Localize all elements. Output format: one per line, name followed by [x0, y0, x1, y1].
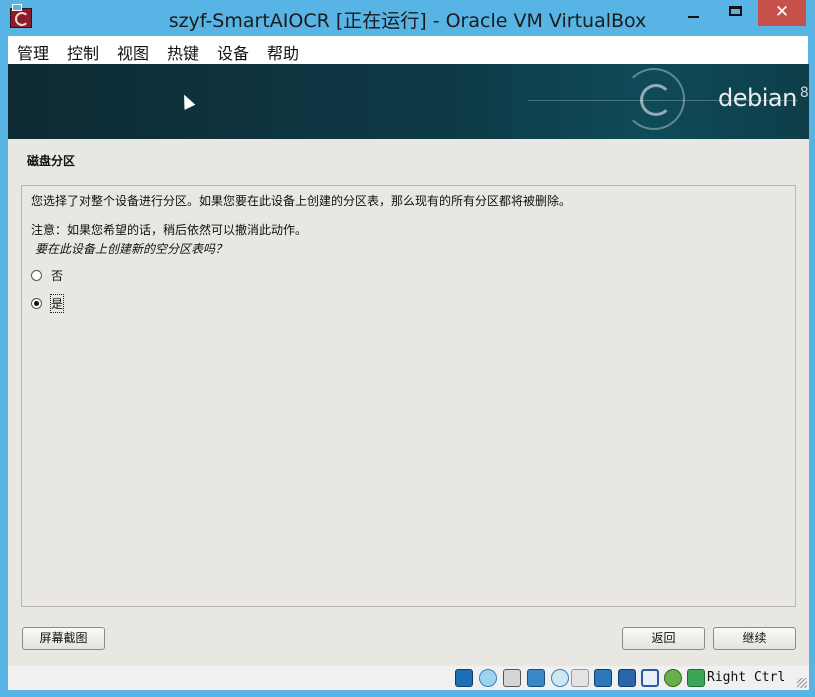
debian-installer-banner: debian 8 [8, 64, 809, 139]
radio-yes[interactable] [31, 298, 42, 309]
keyboard-capture-icon[interactable] [687, 669, 705, 687]
continue-button[interactable]: 继续 [713, 627, 796, 650]
minimize-icon [688, 16, 699, 18]
minimize-button[interactable] [676, 0, 710, 26]
back-button[interactable]: 返回 [622, 627, 705, 650]
mouse-integration-icon[interactable] [664, 669, 682, 687]
menu-bar: 管理 控制 视图 热键 设备 帮助 [8, 36, 808, 64]
debian-logo: debian 8 [718, 84, 809, 112]
installer-content-panel: 您选择了对整个设备进行分区。如果您要在此设备上创建的分区表，那么现有的所有分区都… [21, 185, 796, 607]
usb-icon[interactable] [551, 669, 569, 687]
display-icon[interactable] [594, 669, 612, 687]
vm-status-bar: Right Ctrl [8, 666, 809, 690]
page-title: 磁盘分区 [27, 154, 76, 168]
question-text: 要在此设备上创建新的空分区表吗？ [35, 242, 228, 256]
menu-machine[interactable]: 管理 [17, 40, 49, 64]
debian-version: 8 [799, 85, 809, 101]
resize-grip[interactable] [797, 678, 807, 688]
menu-hotkeys[interactable]: 热键 [167, 40, 199, 64]
virtualization-icon[interactable] [641, 669, 659, 687]
mouse-pointer-icon [178, 92, 196, 110]
close-icon: ✕ [774, 2, 790, 22]
menu-help[interactable]: 帮助 [267, 40, 299, 64]
debian-logo-text: debian [718, 84, 797, 112]
video-capture-icon[interactable] [618, 669, 636, 687]
option-yes-label[interactable]: 是 [49, 294, 65, 313]
note-text: 注意：如果您希望的话，稍后依然可以撤消此动作。 [31, 223, 308, 237]
network-icon[interactable] [527, 669, 545, 687]
maximize-button[interactable] [720, 0, 754, 26]
menu-view[interactable]: 视图 [117, 40, 149, 64]
shared-folder-icon[interactable] [571, 669, 589, 687]
host-key-indicator: Right Ctrl [707, 670, 786, 685]
option-no-label[interactable]: 否 [51, 267, 63, 284]
menu-devices[interactable]: 设备 [217, 40, 249, 64]
hard-disk-icon[interactable] [455, 669, 473, 687]
close-button[interactable]: ✕ [758, 0, 806, 26]
audio-icon[interactable] [503, 669, 521, 687]
screenshot-button[interactable]: 屏幕截图 [22, 627, 105, 650]
radio-no[interactable] [31, 270, 42, 281]
optical-drive-icon[interactable] [479, 669, 497, 687]
vm-screen[interactable]: debian 8 磁盘分区 您选择了对整个设备进行分区。如果您要在此设备上创建的分… [8, 64, 809, 666]
description-text: 您选择了对整个设备进行分区。如果您要在此设备上创建的分区表，那么现有的所有分区都… [31, 194, 572, 208]
debian-swirl-inner-icon [640, 84, 672, 116]
maximize-icon [729, 6, 742, 16]
menu-control[interactable]: 控制 [67, 40, 99, 64]
window-titlebar[interactable]: szyf-SmartAIOCR [正在运行] - Oracle VM Virtu… [0, 0, 815, 36]
